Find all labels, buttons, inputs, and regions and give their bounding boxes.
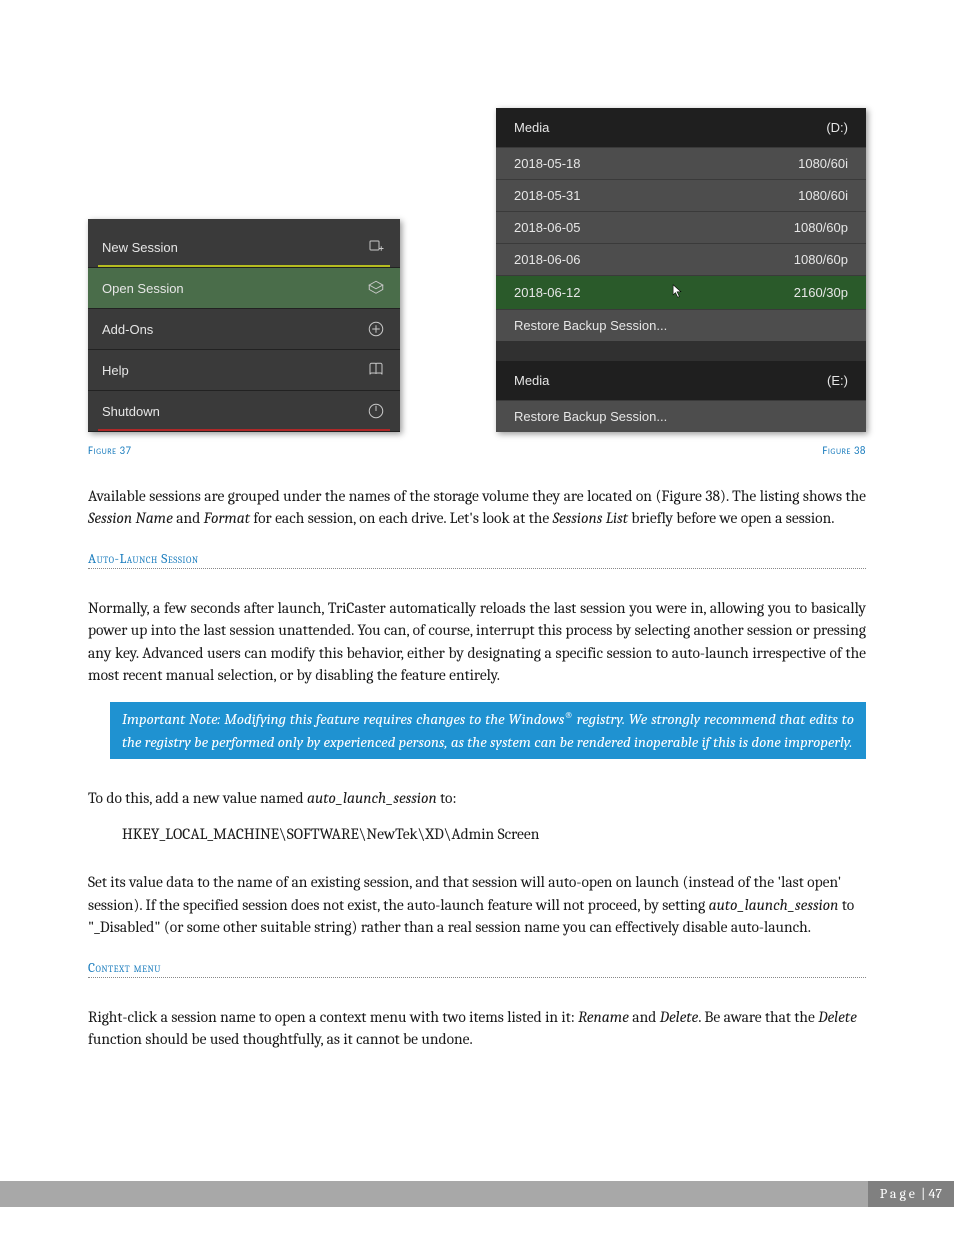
drive-header-e[interactable]: Media (E:) [496,361,866,400]
session-format: 2160/30p [794,285,848,300]
new-session-icon [366,237,386,257]
menu-label: Open Session [102,281,184,296]
session-name: 2018-05-18 [514,156,581,171]
menu-shutdown[interactable]: Shutdown [88,391,400,432]
restore-backup-e[interactable]: Restore Backup Session... [496,400,866,432]
menu-open-session[interactable]: Open Session [88,268,400,309]
drive-label: Media [514,373,549,388]
section-auto-launch: Auto-Launch Session [88,552,866,569]
session-name: 2018-05-31 [514,188,581,203]
session-format: 1080/60p [794,252,848,267]
addons-icon [366,319,386,339]
drive-letter: (E:) [827,373,848,388]
menu-label: Add-Ons [102,322,153,337]
figure-captions: Figure 37 Figure 38 [88,444,866,457]
session-name: 2018-06-05 [514,220,581,235]
shutdown-icon [366,401,386,421]
menu-label: New Session [102,240,178,255]
session-row-selected[interactable]: 2018-06-12 2160/30p [496,275,866,309]
section-context-menu: Context menu [88,961,866,978]
registry-key: HKEY_LOCAL_MACHINE\SOFTWARE\NewTek\XD\Ad… [122,825,866,843]
restore-label: Restore Backup Session... [514,409,667,424]
session-name: 2018-06-06 [514,252,581,267]
menu-new-session[interactable]: New Session [88,219,400,268]
drive-letter: (D:) [826,120,848,135]
menu-help[interactable]: Help [88,350,400,391]
footer-bar [0,1181,868,1207]
figure-37-caption: Figure 37 [88,444,132,457]
figure-38-caption: Figure 38 [822,444,866,457]
open-session-icon [366,278,386,298]
menu-addons[interactable]: Add-Ons [88,309,400,350]
drive-header-d[interactable]: Media (D:) [496,108,866,147]
page-number: Page | 47 [868,1181,954,1207]
drive-spacer [496,341,866,361]
important-note: Important Note: Modifying this feature r… [110,702,866,759]
restore-label: Restore Backup Session... [514,318,667,333]
figures-row: New Session Open Session Add-Ons Help [88,108,866,432]
menu-label: Help [102,363,129,378]
paragraph-add-value: To do this, add a new value named auto_l… [88,787,866,809]
session-format: 1080/60i [798,156,848,171]
paragraph-context-menu: Right-click a session name to open a con… [88,1006,866,1051]
session-format: 1080/60p [794,220,848,235]
session-row[interactable]: 2018-05-18 1080/60i [496,147,866,179]
help-icon [366,360,386,380]
paragraph-auto-launch: Normally, a few seconds after launch, Tr… [88,597,866,687]
paragraph-set-value: Set its value data to the name of an exi… [88,871,866,938]
session-row[interactable]: 2018-06-05 1080/60p [496,211,866,243]
paragraph-sessions-grouped: Available sessions are grouped under the… [88,485,866,530]
session-row[interactable]: 2018-06-06 1080/60p [496,243,866,275]
cursor-icon [671,284,683,301]
session-row[interactable]: 2018-05-31 1080/60i [496,179,866,211]
session-format: 1080/60i [798,188,848,203]
drive-label: Media [514,120,549,135]
page-footer: Page | 47 [0,1181,954,1207]
menu-label: Shutdown [102,404,160,419]
restore-backup-d[interactable]: Restore Backup Session... [496,309,866,341]
figure-38-panel: Media (D:) 2018-05-18 1080/60i 2018-05-3… [496,108,866,432]
session-name: 2018-06-12 [514,285,581,300]
figure-37-panel: New Session Open Session Add-Ons Help [88,219,400,432]
